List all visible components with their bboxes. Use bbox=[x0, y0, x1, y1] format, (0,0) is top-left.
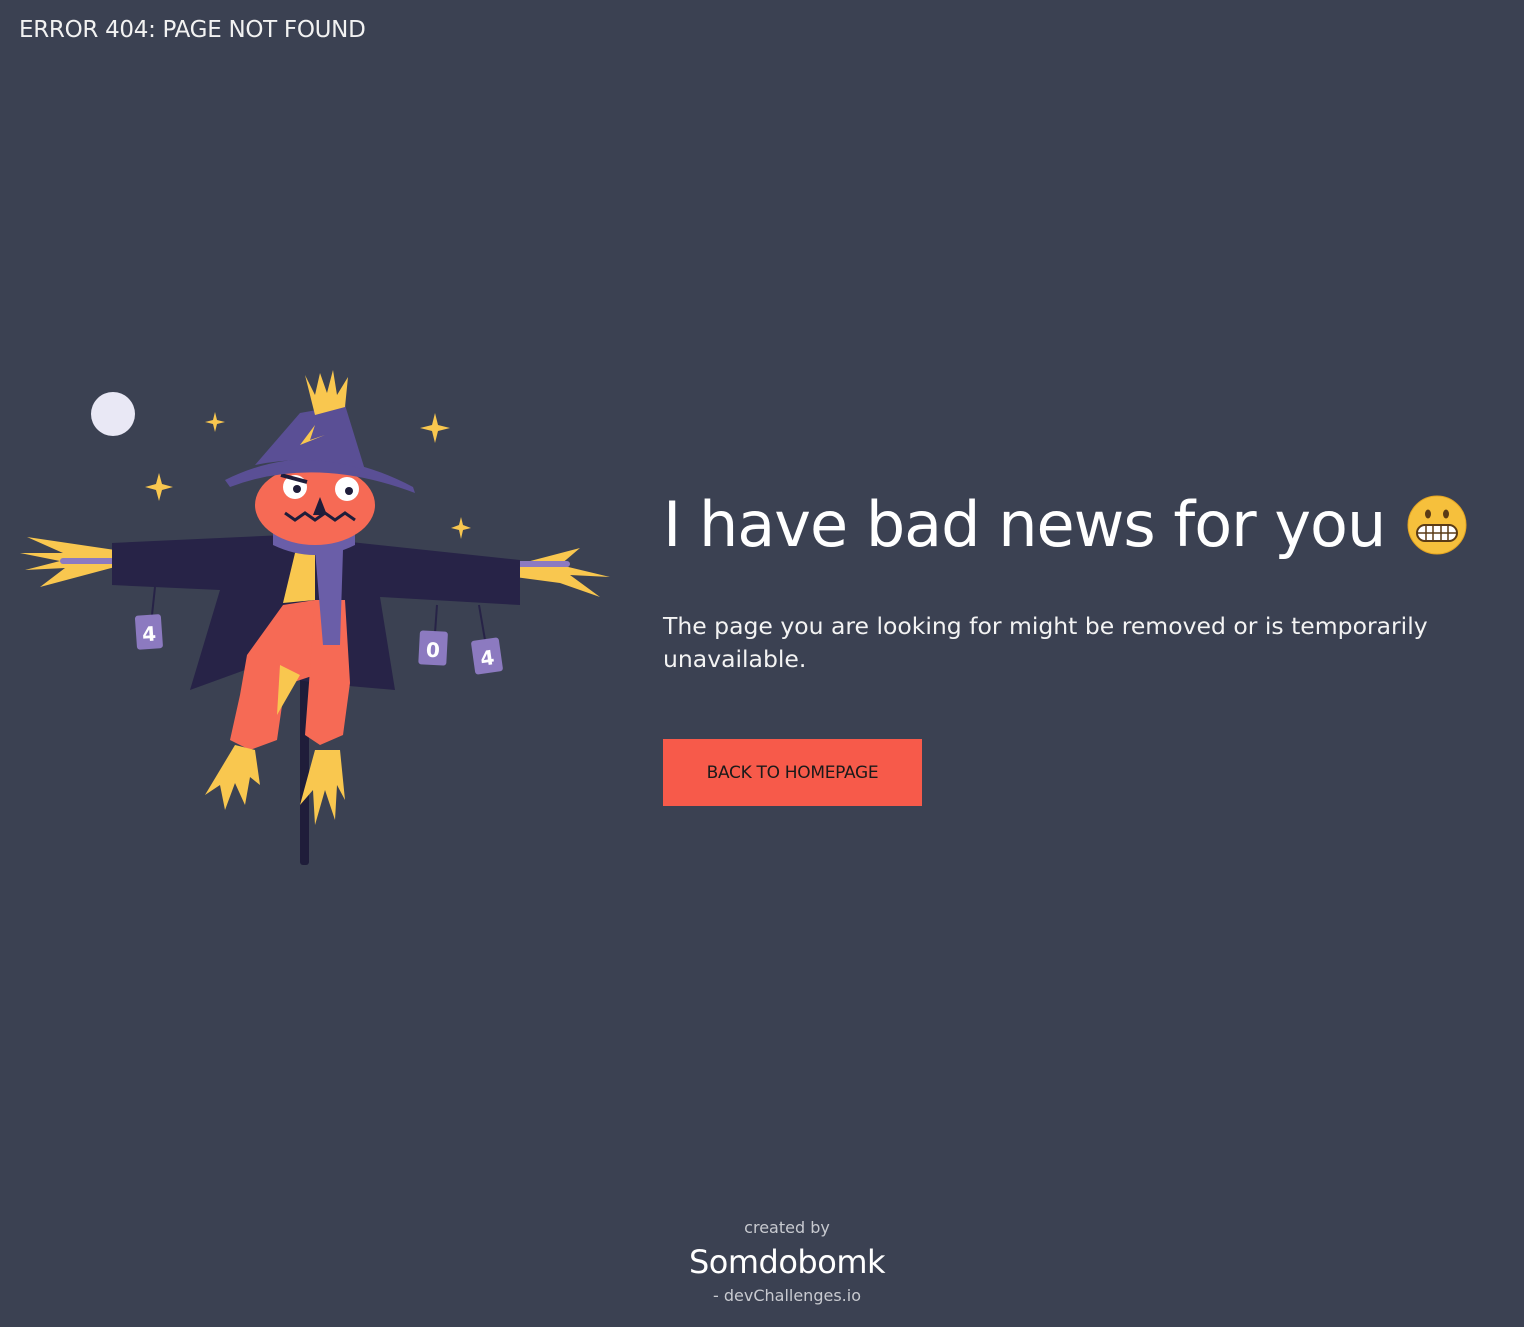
headline-text: I have bad news for you bbox=[663, 488, 1386, 561]
page-title: ERROR 404: PAGE NOT FOUND bbox=[19, 17, 366, 43]
footer-created-by: created by bbox=[744, 1218, 830, 1237]
back-to-homepage-button[interactable]: BACK TO HOMEPAGE bbox=[663, 739, 922, 806]
tag-middle: 0 bbox=[418, 630, 448, 666]
footer-site[interactable]: - devChallenges.io bbox=[0, 1283, 1524, 1309]
grimacing-face-icon bbox=[1407, 495, 1467, 555]
star-icon bbox=[205, 412, 225, 432]
error-page: ERROR 404: PAGE NOT FOUND 4 0 4 I have b… bbox=[0, 0, 1524, 1327]
tag-left: 4 bbox=[134, 614, 163, 650]
pumpkin-head bbox=[255, 465, 375, 545]
star-icon bbox=[145, 473, 173, 501]
footer-author[interactable]: Somdobomk bbox=[0, 1241, 1524, 1283]
scarecrow-illustration: 4 0 4 bbox=[20, 370, 610, 865]
tag-right: 4 bbox=[471, 637, 503, 675]
footer: created by Somdobomk - devChallenges.io bbox=[0, 1215, 1524, 1309]
headline: I have bad news for you bbox=[663, 485, 1513, 565]
tag-middle-label: 0 bbox=[425, 638, 440, 663]
moon-icon bbox=[91, 392, 135, 436]
error-content: I have bad news for you The page you are… bbox=[663, 485, 1513, 676]
star-icon bbox=[451, 517, 471, 539]
tag-left-label: 4 bbox=[141, 621, 157, 646]
star-icon bbox=[420, 413, 450, 443]
error-message: The page you are looking for might be re… bbox=[663, 612, 1428, 673]
